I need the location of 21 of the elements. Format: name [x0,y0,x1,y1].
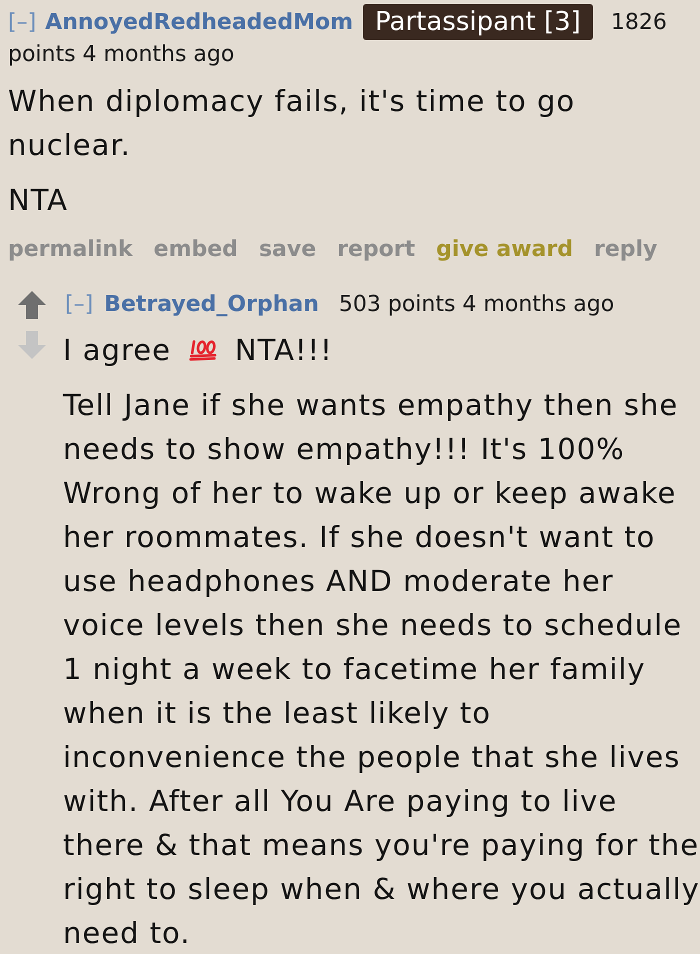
comment-text: NTA [8,182,68,219]
comment-action-link[interactable]: permalink [8,235,133,265]
score-and-time: 503 points 4 months ago [338,290,614,318]
give-award-link[interactable]: give award [436,235,573,265]
comment-action-link[interactable]: save [258,235,316,265]
comment-text: I agree [63,332,171,369]
score-and-time: points 4 months ago [8,41,234,69]
comment-text: Tell Jane if she wants empathy then she needs to show empathy!!! It's 100% Wrong of her to wake up or keep awake her roommates. If she doesn't want to use headphones AND moderate her voice levels then she needs to schedule 1 night a week to facetime her family when it is the least likely to inconvenience the people that she lives with. After all You Are paying to live there & that means you're paying for the right to sleep when & where you actually need to. [63,387,700,952]
upvote-arrow-icon[interactable] [17,290,47,320]
comment-text: NTA!!! [234,332,333,369]
comment-action-link[interactable]: embed [154,235,238,265]
comment-action-link[interactable]: report [337,235,416,265]
username-link[interactable]: Betrayed_Orphan [104,288,319,320]
collapse-toggle[interactable]: [–] [65,288,94,320]
comment-text: When diplomacy fails, it's time to go nuclear. [8,83,576,164]
score-and-time: 1826 [610,8,667,36]
comment-action-link[interactable]: reply [594,235,658,265]
hundred-points-icon [188,339,217,361]
user-flair: Partassipant [3] [363,4,593,40]
collapse-toggle[interactable]: [–] [8,6,36,38]
username-link[interactable]: AnnoyedRedheadedMom [45,6,354,38]
